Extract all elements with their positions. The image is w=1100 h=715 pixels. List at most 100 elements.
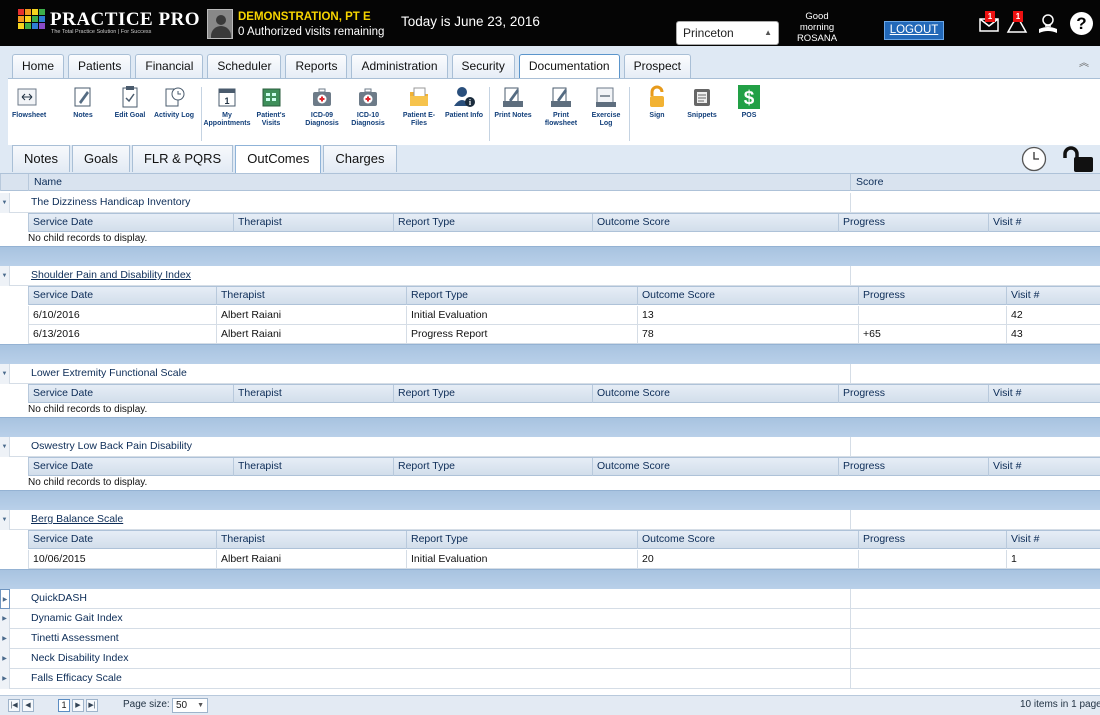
outcome-group-row[interactable]: ▶ Dynamic Gait Index (0, 609, 1100, 629)
ribbon-snippets-button[interactable]: Snippets (684, 84, 720, 120)
child-column-header[interactable]: Visit # (1006, 531, 1100, 549)
patient-name[interactable]: DEMONSTRATION, PT E (238, 11, 371, 23)
child-column-header[interactable]: Progress (838, 214, 988, 232)
menu-tab-security[interactable]: Security (451, 54, 515, 78)
ribbon-flowsheet-button[interactable]: Flowsheet (12, 84, 46, 120)
ribbon-activity-log-button[interactable]: Activity Log (150, 84, 198, 120)
subtab-goals[interactable]: Goals (71, 145, 130, 172)
expand-row-icon[interactable]: ▶ (0, 629, 10, 649)
outcome-name[interactable]: Oswestry Low Back Pain Disability (31, 437, 192, 456)
expand-row-icon[interactable]: ▶ (0, 609, 10, 629)
unlocked-icon[interactable] (1062, 145, 1094, 173)
outcome-name[interactable]: Tinetti Assessment (31, 629, 119, 648)
ribbon-exercise-log-button[interactable]: Exercise Log (588, 84, 624, 128)
child-column-header[interactable]: Outcome Score (637, 531, 858, 549)
ribbon-icd09-diagnosis-button[interactable]: ICD-09 Diagnosis (302, 84, 342, 128)
outcome-group-row[interactable]: ▶ Tinetti Assessment (0, 629, 1100, 649)
outcome-group-row[interactable]: ▼ The Dizziness Handicap Inventory (0, 193, 1100, 213)
prev-page-icon[interactable]: ◀ (22, 699, 34, 712)
menu-tab-reports[interactable]: Reports (285, 54, 348, 78)
ribbon-patient-info-button[interactable]: i Patient Info (441, 84, 487, 120)
outcome-group-row[interactable]: ▶ Neck Disability Index (0, 649, 1100, 669)
child-column-header[interactable]: Outcome Score (592, 385, 838, 403)
menu-tab-scheduler[interactable]: Scheduler (207, 54, 282, 78)
alert-icon[interactable]: 1 (1006, 11, 1028, 34)
child-column-header[interactable]: Report Type (393, 385, 592, 403)
outcome-group-row[interactable]: ▼ Berg Balance Scale (0, 510, 1100, 530)
expand-row-icon[interactable]: ▶ (0, 649, 10, 669)
ribbon-print-notes-button[interactable]: Print Notes (491, 84, 535, 120)
child-column-header[interactable]: Therapist (233, 385, 393, 403)
collapse-row-icon[interactable]: ▼ (0, 364, 10, 384)
ribbon-pos-button[interactable]: $ POS (735, 84, 763, 120)
menu-tab-prospect[interactable]: Prospect (623, 54, 691, 78)
table-row[interactable]: 6/13/2016 Albert Raiani Progress Report 78 +… (28, 325, 1100, 344)
child-column-header[interactable]: Service Date (28, 214, 233, 232)
ribbon-sign-button[interactable]: Sign (642, 84, 672, 120)
collapse-row-icon[interactable]: ▼ (0, 193, 10, 213)
ribbon-patient-efiles-button[interactable]: Patient E- Files (398, 84, 440, 128)
collapse-row-icon[interactable]: ▼ (0, 437, 10, 457)
menu-tab-documentation[interactable]: Documentation (518, 54, 620, 79)
mail-icon[interactable]: 1 (978, 11, 1000, 34)
outcome-group-row[interactable]: ▼ Oswestry Low Back Pain Disability (0, 437, 1100, 457)
child-column-header[interactable]: Visit # (988, 214, 1100, 232)
logout-button[interactable]: LOGOUT (884, 21, 944, 40)
child-column-header[interactable]: Progress (838, 385, 988, 403)
clock-icon[interactable] (1021, 146, 1047, 172)
location-select[interactable]: Princeton▲▼ (676, 21, 779, 59)
child-column-header[interactable]: Service Date (28, 287, 216, 305)
subtab-notes[interactable]: Notes (12, 145, 70, 172)
outcome-name[interactable]: Berg Balance Scale (31, 510, 123, 529)
child-column-header[interactable]: Progress (858, 531, 1006, 549)
subtab-charges[interactable]: Charges (323, 145, 397, 172)
outcome-name[interactable]: Shoulder Pain and Disability Index (31, 266, 191, 285)
header-score[interactable]: Score (850, 174, 1100, 191)
idea-reader-icon[interactable] (1036, 12, 1058, 34)
outcome-name[interactable]: Neck Disability Index (31, 649, 128, 668)
child-column-header[interactable]: Report Type (393, 458, 592, 476)
child-column-header[interactable]: Outcome Score (592, 214, 838, 232)
child-column-header[interactable]: Visit # (988, 385, 1100, 403)
outcome-group-row[interactable]: ▼ Shoulder Pain and Disability Index (0, 266, 1100, 286)
menu-tab-patients[interactable]: Patients (68, 54, 132, 78)
child-column-header[interactable]: Visit # (1006, 287, 1100, 305)
patient-avatar[interactable] (207, 9, 233, 39)
child-column-header[interactable]: Outcome Score (592, 458, 838, 476)
first-page-icon[interactable]: |◀ (8, 699, 20, 712)
page-number-current[interactable]: 1 (58, 699, 70, 712)
menu-tab-financial[interactable]: Financial (135, 54, 204, 78)
page-size-select[interactable]: 50 ▼ (172, 698, 208, 713)
expand-row-icon[interactable]: ▶ (0, 589, 10, 609)
collapse-row-icon[interactable]: ▼ (0, 510, 10, 530)
collapse-row-icon[interactable]: ▼ (0, 266, 10, 286)
outcome-group-row[interactable]: ▼ Lower Extremity Functional Scale (0, 364, 1100, 384)
last-page-icon[interactable]: ▶| (86, 699, 98, 712)
child-column-header[interactable]: Report Type (406, 531, 637, 549)
expand-row-icon[interactable]: ▶ (0, 669, 10, 689)
menu-tab-administration[interactable]: Administration (351, 54, 448, 78)
child-column-header[interactable]: Therapist (233, 458, 393, 476)
ribbon-notes-button[interactable]: Notes (63, 84, 103, 120)
outcome-group-row[interactable]: ▶ Falls Efficacy Scale (0, 669, 1100, 689)
outcome-name[interactable]: The Dizziness Handicap Inventory (31, 193, 190, 212)
outcome-name[interactable]: Dynamic Gait Index (31, 609, 123, 628)
ribbon-icd10-diagnosis-button[interactable]: ICD-10 Diagnosis (348, 84, 388, 128)
header-name[interactable]: Name (28, 174, 850, 191)
child-column-header[interactable]: Service Date (28, 458, 233, 476)
outcome-name[interactable]: QuickDASH (31, 589, 87, 608)
child-column-header[interactable]: Report Type (406, 287, 637, 305)
child-column-header[interactable]: Service Date (28, 385, 233, 403)
child-column-header[interactable]: Therapist (233, 214, 393, 232)
child-column-header[interactable]: Progress (858, 287, 1006, 305)
table-row[interactable]: 10/06/2015 Albert Raiani Initial Evaluatio… (28, 550, 1100, 569)
child-column-header[interactable]: Progress (838, 458, 988, 476)
child-column-header[interactable]: Service Date (28, 531, 216, 549)
subtab-outcomes[interactable]: OutComes (235, 145, 322, 173)
ribbon-my-appointments-button[interactable]: 1 My Appointments (202, 84, 252, 128)
outcome-name[interactable]: Falls Efficacy Scale (31, 669, 122, 688)
help-icon[interactable]: ? (1070, 12, 1093, 35)
next-page-icon[interactable]: ▶ (72, 699, 84, 712)
ribbon-print-flowsheet-button[interactable]: Print flowsheet (541, 84, 581, 128)
child-column-header[interactable]: Therapist (216, 287, 406, 305)
